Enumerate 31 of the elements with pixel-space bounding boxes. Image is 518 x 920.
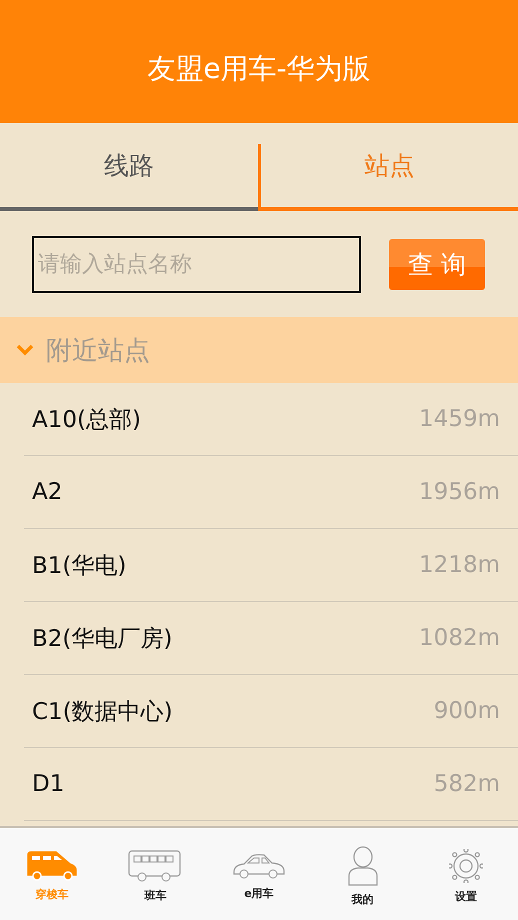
station-distance: 1218m <box>419 552 500 578</box>
station-distance: 1459m <box>419 406 500 432</box>
app-title: 友盟e用车-华为版 <box>147 50 371 86</box>
section-title: 附近站点 <box>46 334 150 368</box>
station-search-field[interactable]: 请输入站点名称 <box>32 236 361 292</box>
station-name: B1(华电) <box>32 552 126 580</box>
station-row[interactable]: A2 1956m <box>24 456 518 529</box>
station-name: A2 <box>32 479 62 505</box>
station-name: A10(总部) <box>32 406 141 434</box>
van-icon <box>26 850 78 880</box>
station-distance: 900m <box>434 698 500 724</box>
station-distance: 582m <box>434 771 500 797</box>
bus-icon <box>128 850 182 882</box>
station-row[interactable]: C1(数据中心) 900m <box>24 675 518 748</box>
station-row[interactable]: D1 582m <box>24 748 518 821</box>
nav-tab[interactable]: 我的 <box>310 828 414 920</box>
car-icon <box>232 852 286 880</box>
nav-tab[interactable]: 班车 <box>104 828 208 920</box>
station-name: B2(华电厂房) <box>32 624 172 654</box>
station-row[interactable]: A10(总部) 1459m <box>24 383 518 456</box>
station-row[interactable]: B2(华电厂房) 1082m <box>24 602 518 675</box>
nav-tab[interactable]: 设置 <box>414 828 518 920</box>
station-row[interactable]: B1(华电) 1218m <box>24 529 518 602</box>
station-name: C1(数据中心) <box>32 698 173 726</box>
person-icon <box>348 846 378 886</box>
tab[interactable]: 线路 <box>0 123 258 211</box>
station-distance: 1082m <box>419 625 500 651</box>
station-name: D1 <box>32 771 64 797</box>
nav-tab[interactable]: e用车 <box>207 828 311 920</box>
settings-icon <box>449 848 484 882</box>
station-distance: 1956m <box>419 479 500 505</box>
